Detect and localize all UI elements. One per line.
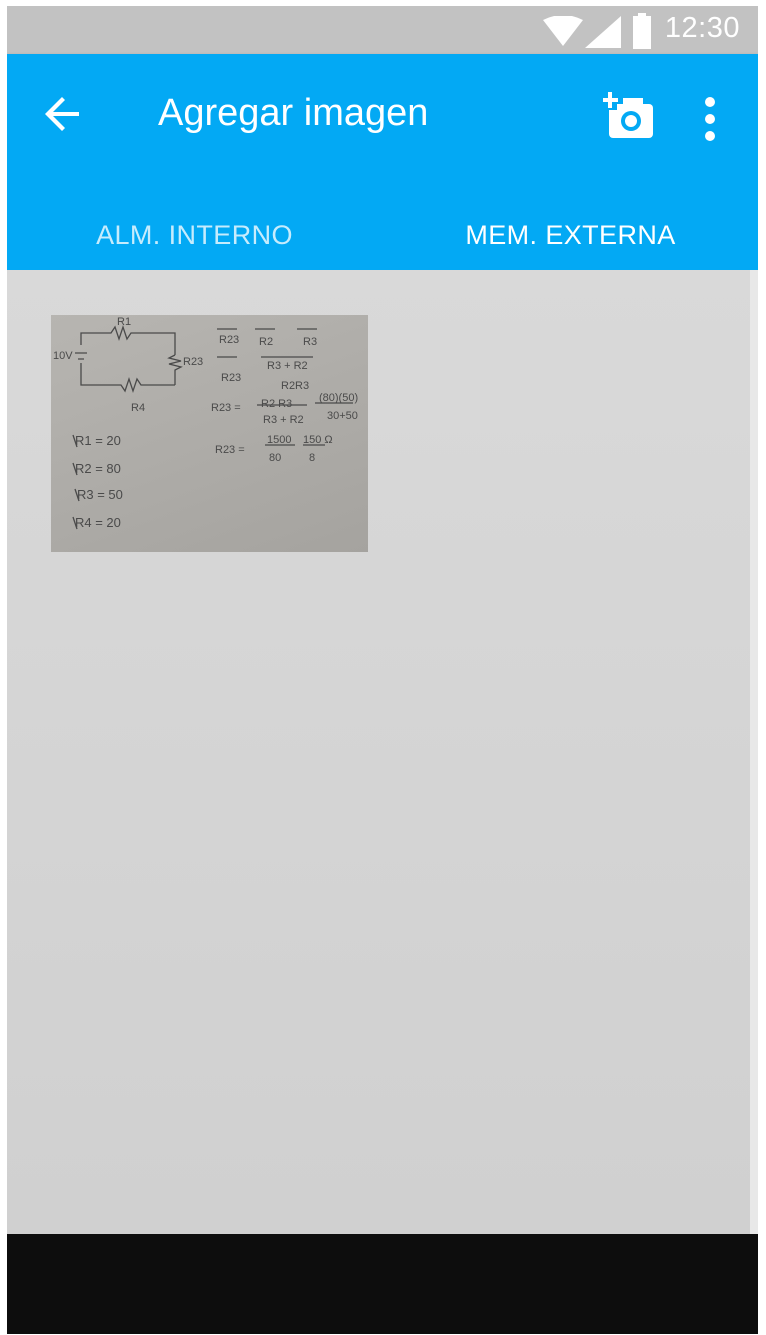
page-title: Agregar imagen (158, 92, 429, 134)
svg-text:R23 =: R23 = (215, 444, 245, 456)
svg-text:R1: R1 (117, 316, 131, 328)
svg-text:R2: R2 (259, 336, 273, 348)
back-button[interactable] (37, 90, 89, 142)
overflow-menu-button[interactable] (692, 94, 728, 144)
wifi-icon (543, 15, 583, 52)
tab-internal-storage[interactable]: ALM. INTERNO (7, 200, 382, 270)
svg-text:10V: 10V (53, 350, 73, 362)
tab-external-memory[interactable]: MEM. EXTERNA (383, 200, 758, 270)
svg-text:R1 = 20: R1 = 20 (75, 433, 121, 448)
add-photo-icon (602, 92, 659, 150)
add-photo-button[interactable] (602, 90, 659, 146)
svg-text:R23 =: R23 = (211, 402, 241, 414)
status-time: 12:30 (664, 12, 740, 44)
svg-text:(80)(50): (80)(50) (319, 392, 358, 404)
status-bar: 12:30 (7, 6, 758, 54)
svg-text:R2 = 80: R2 = 80 (75, 461, 121, 476)
image-thumbnail[interactable]: R1 10V R23 R4 R23 R2 R3 R23 R3 + R2 R2R3… (51, 315, 368, 552)
svg-text:R3 + R2: R3 + R2 (267, 360, 308, 372)
svg-text:R3 + R2: R3 + R2 (263, 414, 304, 426)
arrow-back-icon (43, 94, 83, 138)
svg-text:R4 = 20: R4 = 20 (75, 515, 121, 530)
svg-text:R23: R23 (183, 356, 203, 368)
image-gallery: R1 10V R23 R4 R23 R2 R3 R23 R3 + R2 R2R3… (7, 270, 750, 1234)
app-bar: Agregar imagen ALM. INTERNO MEM. EXTERNA (7, 54, 758, 270)
svg-text:80: 80 (269, 452, 281, 464)
svg-text:R2 R3: R2 R3 (261, 398, 292, 410)
svg-text:R3 = 50: R3 = 50 (77, 487, 123, 502)
circuit-photo: R1 10V R23 R4 R23 R2 R3 R23 R3 + R2 R2R3… (53, 316, 358, 530)
svg-text:30+50: 30+50 (327, 410, 358, 422)
svg-text:R2R3: R2R3 (281, 380, 309, 392)
tab-bar: ALM. INTERNO MEM. EXTERNA (7, 200, 758, 270)
svg-text:8: 8 (309, 452, 315, 464)
scrollbar[interactable] (750, 270, 758, 1234)
svg-text:R3: R3 (303, 336, 317, 348)
signal-icon (585, 16, 621, 52)
more-vert-icon (692, 97, 728, 148)
svg-text:1500: 1500 (267, 434, 291, 446)
svg-text:R4: R4 (131, 402, 145, 414)
battery-icon (632, 13, 652, 53)
svg-text:150 Ω: 150 Ω (303, 434, 333, 446)
device-screen: 12:30 Agregar imagen ALM. INTERNO MEM. E… (7, 6, 758, 1334)
navigation-bar (7, 1234, 758, 1334)
svg-text:R23: R23 (219, 334, 239, 346)
svg-text:R23: R23 (221, 372, 241, 384)
